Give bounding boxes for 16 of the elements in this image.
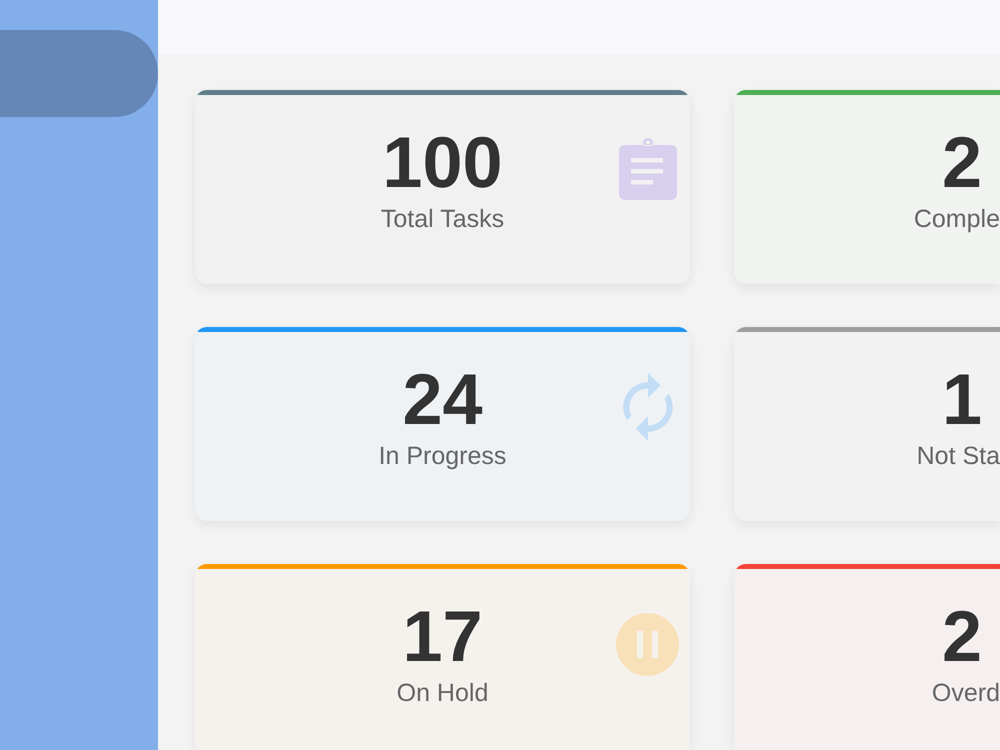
stat-label: Overd — [932, 678, 1000, 708]
pause-icon — [616, 613, 679, 676]
stat-label: Not Sta — [916, 441, 1000, 471]
stat-value: 100 — [382, 127, 503, 199]
nav-item[interactable] — [0, 30, 158, 117]
stat-label: On Hold — [396, 678, 488, 708]
refresh-icon — [623, 373, 673, 441]
stat-value: 17 — [402, 601, 483, 673]
stat-value: 24 — [402, 364, 483, 436]
stat-value: 2 — [942, 601, 982, 673]
stat-label: In Progress — [378, 441, 506, 471]
stat-label: Comple — [914, 204, 1000, 234]
stat-value: 2 — [942, 127, 982, 199]
clipboard-icon — [619, 138, 677, 200]
stat-value: 1 — [942, 364, 982, 436]
stat-label: Total Tasks — [380, 204, 504, 234]
